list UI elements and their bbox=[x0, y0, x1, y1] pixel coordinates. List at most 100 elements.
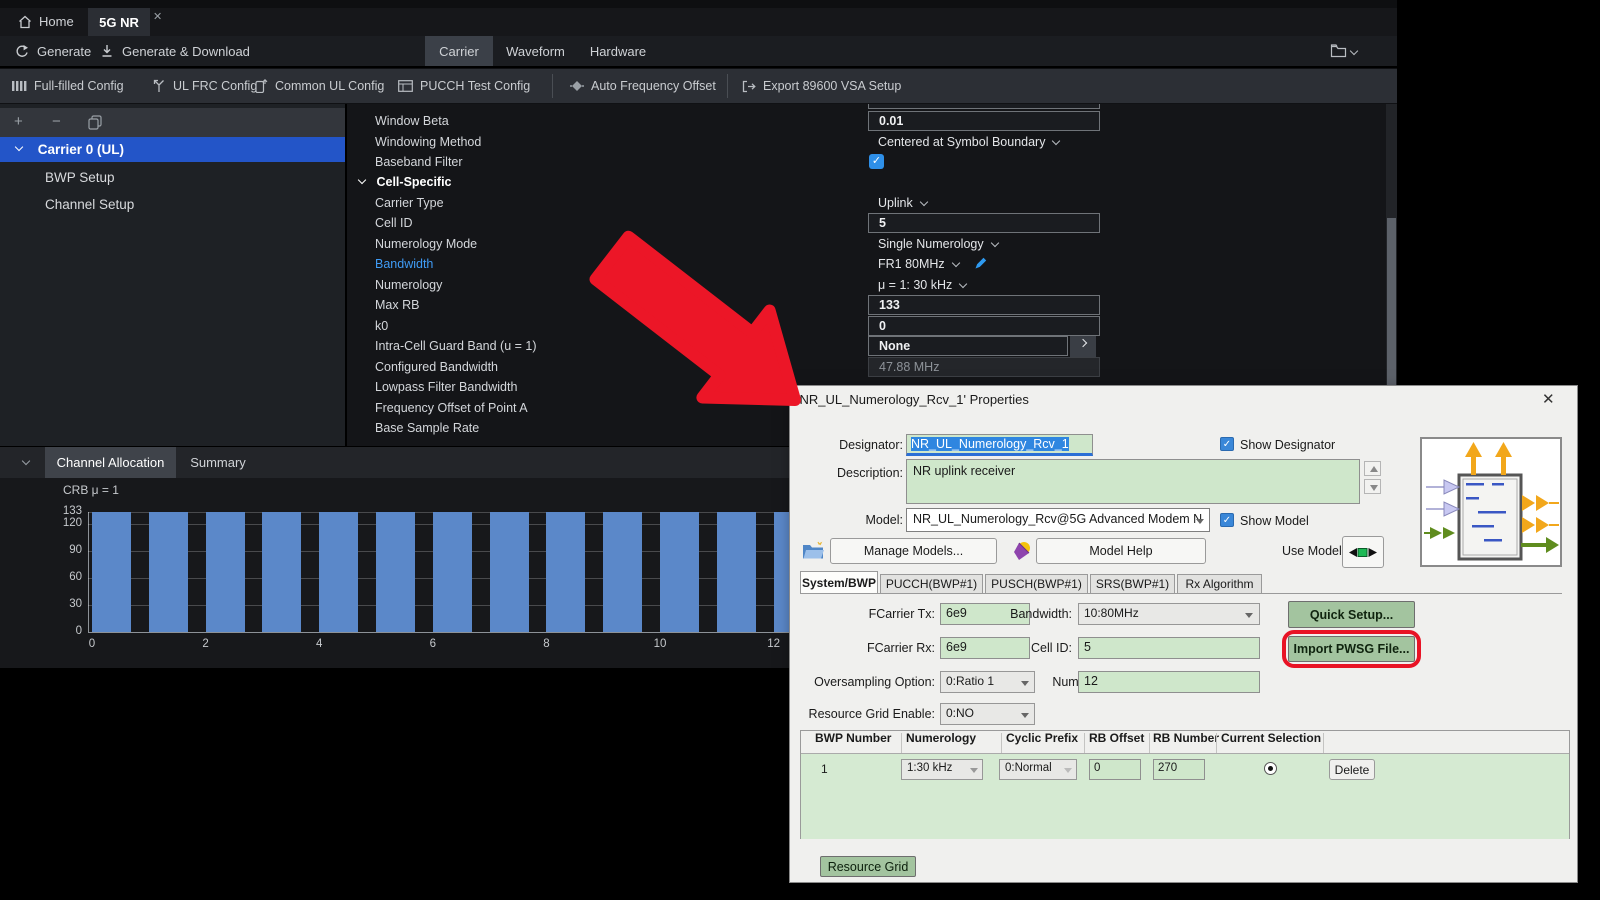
bwp-table: BWP Number Numerology Cyclic Prefix RB O… bbox=[800, 730, 1570, 839]
resource-grid-enable-select[interactable]: 0:NO bbox=[940, 703, 1035, 725]
bar bbox=[490, 512, 529, 632]
quick-setup-button[interactable]: Quick Setup... bbox=[1288, 601, 1415, 628]
full-filled-config-button[interactable]: Full-filled Config bbox=[12, 69, 124, 103]
setting-label[interactable]: Cell ID bbox=[375, 213, 413, 233]
current-selection-radio[interactable] bbox=[1264, 762, 1277, 775]
max-rb-input[interactable]: 133 bbox=[868, 295, 1100, 315]
description-input[interactable]: NR uplink receiver bbox=[906, 459, 1360, 504]
spinner-up-icon[interactable] bbox=[1364, 461, 1381, 476]
row-rb-offset-input[interactable]: 0 bbox=[1089, 759, 1141, 780]
cell-id-label: Cell ID: bbox=[1002, 641, 1072, 655]
edit-pencil-icon[interactable] bbox=[974, 256, 988, 270]
model-select[interactable]: NR_UL_Numerology_Rcv@5G Advanced Modem N bbox=[906, 508, 1210, 532]
use-model-button[interactable] bbox=[1342, 536, 1384, 568]
nav-tab-waveform[interactable]: Waveform bbox=[498, 36, 573, 66]
show-designator-checkbox[interactable]: ✓ bbox=[1220, 437, 1234, 451]
resource-grid-button[interactable]: Resource Grid bbox=[820, 856, 916, 877]
properties-dialog: 'NR_UL_Numerology_Rcv_1' Properties ✕ De… bbox=[790, 386, 1577, 882]
manage-models-button[interactable]: Manage Models... bbox=[830, 538, 997, 564]
home-tab[interactable]: Home bbox=[18, 14, 74, 29]
column-separator bbox=[1001, 733, 1002, 753]
carrier-type-dropdown[interactable]: Uplink bbox=[878, 193, 927, 213]
setting-label[interactable]: Windowing Method bbox=[375, 132, 481, 152]
window-beta-input[interactable]: 0.01 bbox=[868, 111, 1100, 131]
dialog-tab-pusch[interactable]: PUSCH(BWP#1) bbox=[985, 574, 1088, 593]
import-pwsg-button[interactable]: Import PWSG File... bbox=[1288, 636, 1415, 662]
setting-label[interactable]: Numerology bbox=[375, 275, 442, 295]
bar bbox=[92, 512, 131, 632]
bar bbox=[717, 512, 756, 632]
setting-label[interactable]: Carrier Type bbox=[375, 193, 444, 213]
setting-label[interactable]: k0 bbox=[375, 316, 388, 336]
dialog-close-icon[interactable]: ✕ bbox=[1542, 390, 1555, 408]
model-help-button[interactable]: Model Help bbox=[1036, 538, 1206, 564]
device-icon bbox=[255, 79, 268, 93]
copy-icon[interactable] bbox=[88, 115, 102, 130]
setting-label[interactable]: Intra-Cell Guard Band (u = 1) bbox=[375, 336, 537, 356]
setting-label-selected[interactable]: Bandwidth bbox=[375, 254, 433, 274]
designator-label: Designator: bbox=[810, 438, 903, 452]
setting-label[interactable]: Base Sample Rate bbox=[375, 418, 479, 438]
add-carrier-button[interactable]: + bbox=[14, 113, 23, 130]
bar bbox=[319, 512, 358, 632]
oversampling-select[interactable]: 0:Ratio 1 bbox=[940, 671, 1035, 693]
tree-item-channel-setup[interactable]: Channel Setup bbox=[45, 191, 134, 218]
num-rx-input[interactable]: 12 bbox=[1078, 671, 1260, 693]
remove-carrier-button[interactable]: − bbox=[52, 113, 61, 130]
dialog-tab-system-bwp[interactable]: System/BWP bbox=[800, 571, 878, 593]
nav-tab-hardware[interactable]: Hardware bbox=[582, 36, 654, 66]
ul-frc-config-button[interactable]: UL FRC Config bbox=[152, 69, 257, 103]
delete-row-button[interactable]: Delete bbox=[1329, 759, 1375, 780]
setting-label[interactable]: Configured Bandwidth bbox=[375, 357, 498, 377]
cell-id-input[interactable]: 5 bbox=[868, 213, 1100, 233]
numerology-dropdown[interactable]: μ = 1: 30 kHz bbox=[878, 275, 966, 295]
generate-download-button[interactable]: Generate & Download bbox=[100, 36, 250, 66]
dialog-tab-srs[interactable]: SRS(BWP#1) bbox=[1090, 574, 1175, 593]
col-header-rb-offset: RB Offset bbox=[1089, 731, 1144, 745]
show-model-checkbox[interactable]: ✓ bbox=[1220, 513, 1234, 527]
setting-label[interactable]: Frequency Offset of Point A bbox=[375, 398, 528, 418]
dialog-tab-pucch[interactable]: PUCCH(BWP#1) bbox=[880, 574, 983, 593]
y-tick-label: 133 bbox=[48, 505, 82, 517]
setting-label[interactable]: Max RB bbox=[375, 295, 419, 315]
action-bar: Generate Generate & Download Carrier Wav… bbox=[0, 36, 1397, 66]
cell-id-input[interactable]: 5 bbox=[1078, 637, 1260, 659]
open-folder-icon[interactable] bbox=[802, 541, 825, 560]
tree-item-bwp-setup[interactable]: BWP Setup bbox=[45, 164, 115, 191]
setting-label[interactable]: Baseband Filter bbox=[375, 152, 463, 172]
spinner-down-icon[interactable] bbox=[1364, 479, 1381, 494]
dialog-tab-rx-algorithm[interactable]: Rx Algorithm bbox=[1177, 574, 1262, 593]
setting-label[interactable]: Numerology Mode bbox=[375, 234, 477, 254]
auto-frequency-offset-button[interactable]: Auto Frequency Offset bbox=[570, 69, 716, 103]
tab-close-icon[interactable]: ✕ bbox=[153, 10, 162, 23]
setting-group-cell-specific[interactable]: Cell-Specific bbox=[359, 172, 452, 192]
baseband-filter-checkbox[interactable]: ✓ bbox=[869, 154, 884, 169]
setting-label[interactable]: Window Beta bbox=[375, 111, 449, 131]
common-ul-config-button[interactable]: Common UL Config bbox=[255, 69, 384, 103]
chevron-down-icon bbox=[1021, 681, 1029, 686]
designator-input[interactable]: NR_UL_Numerology_Rcv_1 bbox=[906, 434, 1093, 456]
nav-tab-carrier[interactable]: Carrier bbox=[425, 36, 493, 66]
generate-button[interactable]: Generate bbox=[15, 36, 91, 66]
bandwidth-select[interactable]: 10:80MHz bbox=[1078, 603, 1260, 625]
chevron-down-icon bbox=[1245, 613, 1253, 618]
windowing-method-dropdown[interactable]: Centered at Symbol Boundary bbox=[878, 132, 1059, 152]
import-pwsg-highlight: Import PWSG File... bbox=[1282, 630, 1421, 668]
export-vsa-setup-button[interactable]: Export 89600 VSA Setup bbox=[742, 69, 901, 103]
setting-label[interactable]: Lowpass Filter Bandwidth bbox=[375, 377, 517, 397]
cell-bwp-number: 1 bbox=[821, 762, 828, 776]
tab-5g-nr[interactable]: 5G NR bbox=[88, 8, 150, 36]
k0-input[interactable]: 0 bbox=[868, 316, 1100, 336]
file-menu-button[interactable] bbox=[1330, 43, 1357, 58]
row-rb-number-input[interactable]: 270 bbox=[1153, 759, 1205, 780]
pucch-test-config-button[interactable]: PUCCH Test Config bbox=[398, 69, 530, 103]
bandwidth-dropdown[interactable]: FR1 80MHz bbox=[878, 254, 988, 274]
row-cyclic-prefix-select[interactable]: 0:Normal bbox=[999, 759, 1077, 780]
tree-item-carrier-0[interactable]: Carrier 0 (UL) bbox=[0, 137, 345, 162]
numerology-mode-dropdown[interactable]: Single Numerology bbox=[878, 234, 998, 254]
row-numerology-select[interactable]: 1:30 kHz bbox=[901, 759, 983, 780]
help-icon[interactable] bbox=[1011, 540, 1032, 561]
intra-cell-guard-band-input[interactable]: None bbox=[868, 336, 1068, 356]
expand-button[interactable] bbox=[1070, 336, 1096, 357]
diamond-icon bbox=[570, 80, 584, 92]
